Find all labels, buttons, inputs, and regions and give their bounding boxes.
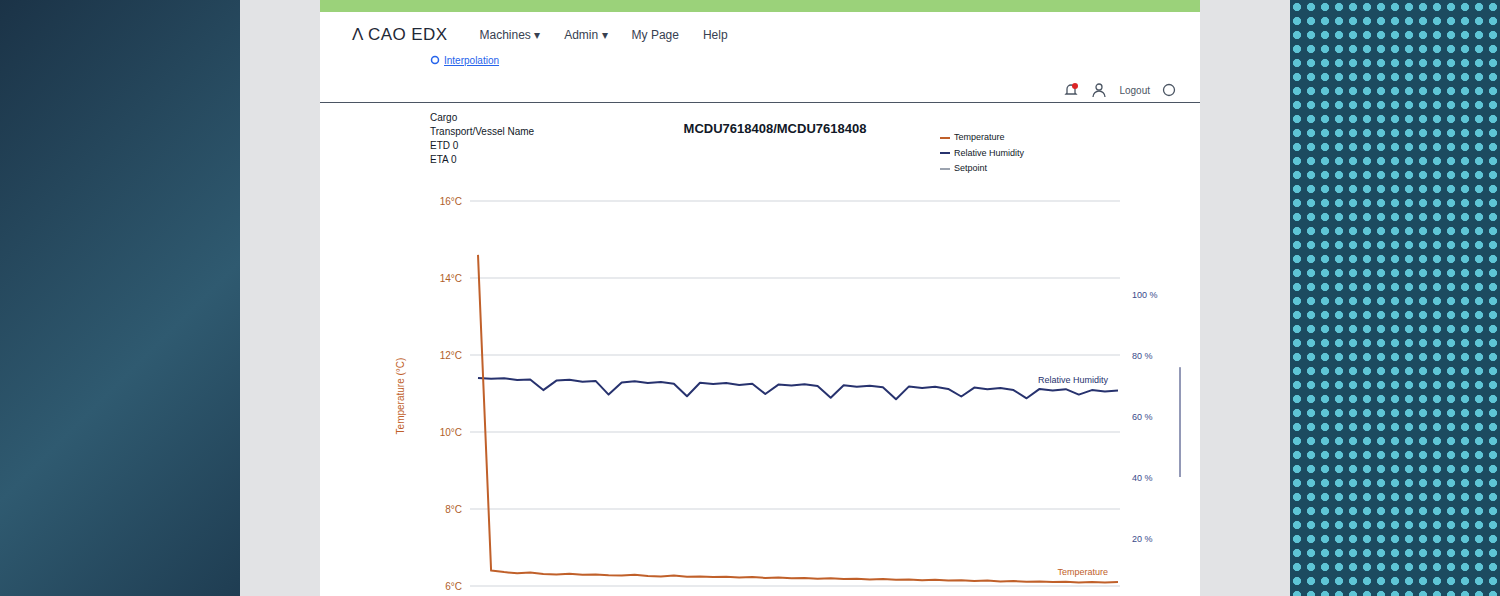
cargo-info: CargoTransport/Vessel NameETD 0ETA 0: [430, 111, 610, 167]
power-ring: [1164, 85, 1175, 96]
nav-item[interactable]: Help: [703, 26, 728, 44]
backdrop-left: [0, 0, 240, 596]
nav-item[interactable]: Machines ▾: [479, 26, 540, 44]
grid-line: [470, 585, 1120, 586]
temperature-humidity-chart: Temperature (°C) 16°C 14°C 12°C 10°C 8°C 6°C 10…: [320, 176, 1200, 596]
right-tick: 20 %: [1132, 534, 1153, 544]
main-nav: Machines ▾ Admin ▾ My Page Help: [479, 26, 727, 44]
legend-swatch: [940, 168, 950, 170]
scene: Λ CAO EDX Machines ▾ Admin ▾ My Page Help Int…: [0, 0, 1500, 596]
toolbar: Logout: [320, 70, 1200, 103]
user-icon[interactable]: [1091, 82, 1107, 98]
chart-legend: Temperature Relative HumiditySetpoint: [940, 111, 1090, 176]
link-row: Interpolation: [320, 50, 1200, 70]
right-tick: 60 %: [1132, 412, 1153, 422]
left-tick: 6°C: [445, 581, 462, 592]
legend-label: Setpoint: [954, 162, 987, 176]
grid-line: [470, 277, 1120, 278]
logo[interactable]: Λ CAO EDX: [352, 22, 447, 48]
grid-line: [470, 508, 1120, 509]
monitor-bezel: Λ CAO EDX Machines ▾ Admin ▾ My Page Help Int…: [240, 0, 1290, 596]
legend-swatch: [940, 137, 950, 139]
info-line: ETA 0: [430, 153, 610, 167]
browser-tab-strip: [320, 0, 1200, 12]
grid-line: [470, 431, 1120, 432]
legend-label: Temperature: [954, 131, 1005, 145]
left-tick: 16°C: [440, 196, 462, 207]
right-tick: 80 %: [1132, 351, 1153, 361]
power-icon[interactable]: [1162, 83, 1176, 97]
left-tick: 12°C: [440, 350, 462, 361]
nav-item[interactable]: Admin ▾: [564, 26, 607, 44]
user-head: [1096, 84, 1102, 90]
badge-dot: [1072, 83, 1078, 89]
link-icon: [430, 55, 440, 65]
logout-link[interactable]: Logout: [1119, 83, 1150, 98]
info-line: Transport/Vessel Name: [430, 125, 610, 139]
nav-item[interactable]: My Page: [632, 26, 679, 44]
series-line: [478, 254, 1118, 582]
notification-icon[interactable]: [1063, 82, 1079, 98]
container-title: MCDU7618408/MCDU7618408: [610, 111, 940, 139]
backdrop-right: [1290, 0, 1500, 596]
left-tick: 8°C: [445, 504, 462, 515]
user-body: [1093, 91, 1105, 97]
grid-line: [470, 354, 1120, 355]
interpolation-link[interactable]: Interpolation: [444, 53, 499, 68]
info-line: Cargo: [430, 111, 610, 125]
grid-line: [470, 200, 1120, 201]
legend-item[interactable]: Relative Humidity: [940, 147, 1090, 161]
info-row: CargoTransport/Vessel NameETD 0ETA 0MCDU…: [320, 103, 1200, 176]
series-line: [478, 377, 1118, 398]
right-tick: 100 %: [1132, 290, 1158, 300]
legend-swatch: [940, 152, 950, 154]
left-tick: 10°C: [440, 427, 462, 438]
app-header: Λ CAO EDX Machines ▾ Admin ▾ My Page Help: [320, 12, 1200, 50]
info-line: ETD 0: [430, 139, 610, 153]
series-label: Temperature: [1057, 567, 1108, 577]
y-axis-label: Temperature (°C): [395, 357, 406, 434]
legend-item[interactable]: Temperature: [940, 131, 1090, 145]
right-tick: 40 %: [1132, 473, 1153, 483]
screen: Λ CAO EDX Machines ▾ Admin ▾ My Page Help Int…: [320, 0, 1200, 596]
link-icon-ring: [432, 57, 439, 64]
chart-area: Temperature (°C) 16°C 14°C 12°C 10°C 8°C 6°C 10…: [320, 176, 1200, 596]
legend-label: Relative Humidity: [954, 147, 1024, 161]
series-label: Relative Humidity: [1038, 375, 1109, 385]
legend-item[interactable]: Setpoint: [940, 162, 1090, 176]
range-bar: [1180, 367, 1181, 477]
left-tick: 14°C: [440, 273, 462, 284]
